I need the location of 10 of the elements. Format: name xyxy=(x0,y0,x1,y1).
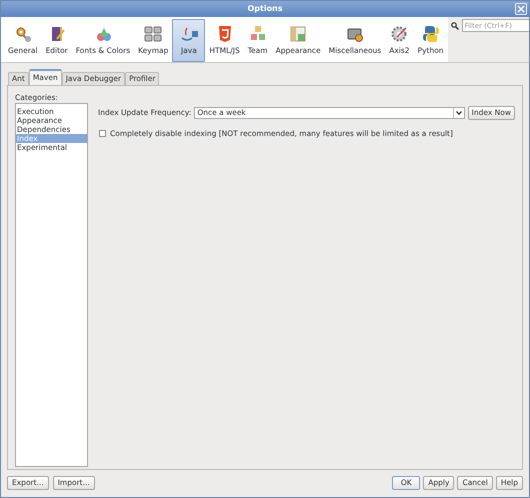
close-icon[interactable] xyxy=(515,3,527,15)
layout-icon xyxy=(289,25,308,43)
keys-icon xyxy=(144,25,162,43)
search-icon xyxy=(450,22,459,30)
checkbox[interactable] xyxy=(99,130,106,138)
chevron-down-icon xyxy=(456,111,462,115)
gear-icon xyxy=(14,25,32,43)
cog-icon xyxy=(390,25,408,43)
cubes-icon xyxy=(248,25,267,43)
window-title: Options xyxy=(247,3,283,15)
